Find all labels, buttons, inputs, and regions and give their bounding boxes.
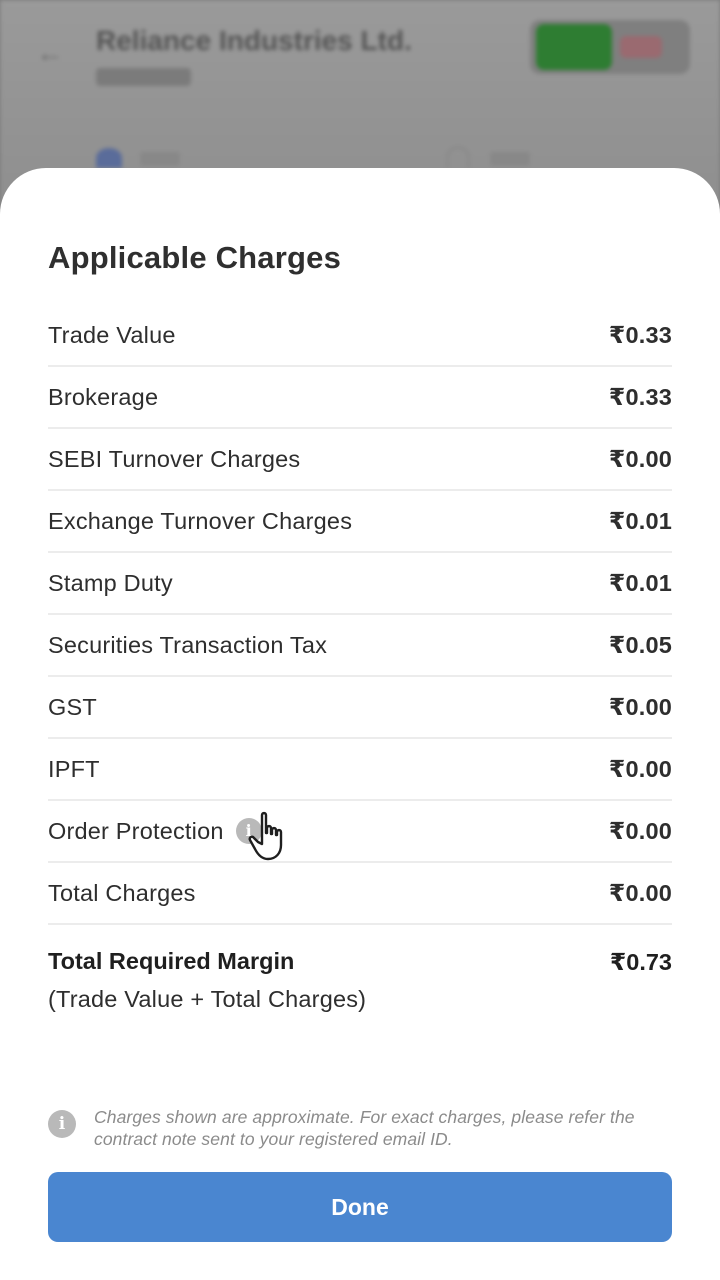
charge-value: ₹0.33	[608, 384, 672, 410]
charge-row-gst: GST ₹0.00	[48, 677, 672, 739]
charge-value: ₹0.01	[608, 570, 672, 596]
charge-row-total-charges: Total Charges ₹0.00	[48, 863, 672, 925]
disclaimer-text: Charges shown are approximate. For exact…	[94, 1107, 635, 1149]
sheet-title: Applicable Charges	[48, 240, 342, 275]
charge-row-exchange-turnover: Exchange Turnover Charges ₹0.01	[48, 491, 672, 553]
charge-row-order-protection: Order Protection i ₹0.00	[48, 801, 672, 863]
charge-value: ₹0.00	[608, 446, 672, 472]
charge-value: ₹0.01	[608, 508, 672, 534]
tab-icon	[96, 148, 122, 168]
charge-row-trade-value: Trade Value ₹0.33	[48, 305, 672, 367]
charge-value: ₹0.33	[608, 322, 672, 348]
disclaimer-note: i Charges shown are approximate. For exa…	[48, 1106, 672, 1156]
total-margin-value: ₹0.73	[609, 949, 672, 975]
charge-label: Securities Transaction Tax	[48, 631, 328, 658]
order-protection-label-group: Order Protection i	[48, 818, 262, 845]
hand-pointer-cursor-icon	[248, 811, 283, 861]
charge-value: ₹0.00	[608, 818, 672, 844]
sell-button	[620, 36, 662, 58]
charge-label: Stamp Duty	[48, 569, 173, 596]
charge-row-brokerage: Brokerage ₹0.33	[48, 367, 672, 429]
charge-row-ipft: IPFT ₹0.00	[48, 739, 672, 801]
charge-value: ₹0.00	[608, 756, 672, 782]
tab-label-placeholder	[490, 152, 530, 166]
done-button[interactable]: Done	[48, 1172, 672, 1242]
stock-subtitle-placeholder	[96, 68, 191, 86]
charge-label: Trade Value	[48, 321, 176, 348]
charges-list: Trade Value ₹0.33 Brokerage ₹0.33 SEBI T…	[48, 305, 672, 925]
charge-label: Exchange Turnover Charges	[48, 507, 353, 534]
total-margin-formula: (Trade Value + Total Charges)	[48, 986, 367, 1012]
charge-value: ₹0.05	[608, 632, 672, 658]
tab-icon	[446, 146, 470, 168]
charge-label: Brokerage	[48, 383, 159, 410]
charge-label: SEBI Turnover Charges	[48, 445, 301, 472]
charge-label: IPFT	[48, 755, 100, 782]
info-icon: i	[48, 1110, 76, 1138]
charge-row-sebi-turnover: SEBI Turnover Charges ₹0.00	[48, 429, 672, 491]
charge-label: Total Charges	[48, 879, 196, 906]
charge-row-stamp-duty: Stamp Duty ₹0.01	[48, 553, 672, 615]
tab-label-placeholder	[140, 152, 180, 166]
charge-label: GST	[48, 693, 97, 720]
charge-value: ₹0.00	[608, 694, 672, 720]
charge-label: Order Protection	[48, 817, 224, 844]
total-margin-label: Total Required Margin	[48, 948, 295, 974]
back-arrow-icon: ←	[36, 37, 64, 68]
charge-row-stt: Securities Transaction Tax ₹0.05	[48, 615, 672, 677]
buy-button	[536, 24, 612, 70]
charges-bottom-sheet: Applicable Charges Trade Value ₹0.33 Bro…	[0, 168, 720, 1280]
charge-value: ₹0.00	[608, 880, 672, 906]
total-required-margin: Total Required Margin ₹0.73 (Trade Value…	[48, 948, 672, 1038]
stock-title: Reliance Industries Ltd.	[96, 26, 412, 56]
